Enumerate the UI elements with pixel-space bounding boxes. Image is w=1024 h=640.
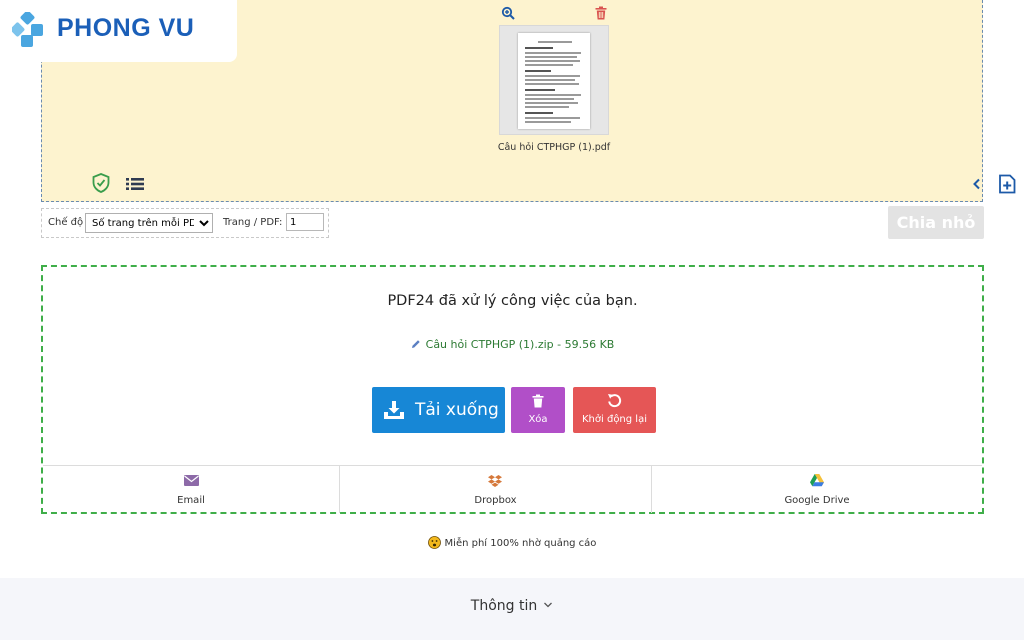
file-name-label: Câu hỏi CTPHGP (1).pdf bbox=[497, 142, 611, 153]
restart-label: Khởi động lại bbox=[582, 414, 647, 425]
envelope-icon bbox=[184, 475, 199, 486]
chevron-left-icon[interactable] bbox=[972, 178, 982, 190]
mode-select[interactable]: Số trang trên mỗi PDF bbox=[85, 213, 213, 233]
share-dropbox[interactable]: Dropbox bbox=[340, 466, 651, 513]
download-label: Tải xuống bbox=[415, 400, 499, 420]
download-button[interactable]: Tải xuống bbox=[372, 387, 505, 433]
share-google-drive[interactable]: Google Drive bbox=[652, 466, 982, 513]
list-icon[interactable] bbox=[126, 177, 144, 191]
phong-vu-logo-icon bbox=[12, 12, 43, 47]
share-google-drive-label: Google Drive bbox=[784, 495, 850, 506]
split-options: Chế độ Số trang trên mỗi PDF Trang / PDF… bbox=[41, 208, 329, 238]
free-note-text: Miễn phí 100% nhờ quảng cáo bbox=[444, 538, 597, 549]
brand-name: PHONG VU bbox=[57, 14, 195, 42]
share-email-label: Email bbox=[177, 495, 205, 506]
restart-icon bbox=[608, 394, 622, 408]
result-title: PDF24 đã xử lý công việc của bạn. bbox=[387, 293, 638, 309]
restart-button[interactable]: Khởi động lại bbox=[573, 387, 656, 433]
dropbox-icon bbox=[488, 475, 502, 487]
smiley-icon bbox=[427, 536, 441, 549]
google-drive-icon bbox=[810, 474, 824, 487]
delete-label: Xóa bbox=[528, 414, 548, 425]
free-note: Miễn phí 100% nhờ quảng cáo bbox=[0, 536, 1024, 549]
result-panel: PDF24 đã xử lý công việc của bạn. Câu hỏ… bbox=[41, 265, 984, 514]
pdf-page-preview bbox=[518, 33, 590, 129]
pages-per-pdf-label: Trang / PDF: bbox=[223, 217, 283, 228]
delete-button[interactable]: Xóa bbox=[511, 387, 565, 433]
brand-logo: PHONG VU bbox=[0, 0, 237, 62]
footer-info: Thông tin bbox=[0, 578, 1024, 640]
pdf-thumbnail[interactable] bbox=[499, 25, 609, 135]
share-row: Email Dropbox Google Drive bbox=[43, 465, 982, 513]
trash-icon[interactable] bbox=[595, 6, 607, 20]
share-email[interactable]: Email bbox=[43, 466, 339, 513]
info-toggle[interactable]: Thông tin bbox=[0, 598, 1024, 614]
result-file-name[interactable]: Câu hỏi CTPHGP (1).zip - 59.56 KB bbox=[426, 338, 615, 351]
zoom-in-icon[interactable] bbox=[501, 6, 515, 20]
info-label[interactable]: Thông tin bbox=[471, 598, 537, 614]
add-file-icon[interactable] bbox=[998, 174, 1016, 194]
chevron-down-icon[interactable] bbox=[543, 601, 553, 609]
download-icon bbox=[384, 401, 404, 419]
pages-per-pdf-input[interactable] bbox=[286, 213, 324, 231]
shield-check-icon[interactable] bbox=[92, 173, 110, 193]
mode-label: Chế độ bbox=[48, 217, 84, 228]
split-button[interactable]: Chia nhỏ bbox=[888, 206, 984, 239]
pencil-icon[interactable] bbox=[411, 339, 421, 349]
trash-icon bbox=[532, 394, 544, 408]
share-dropbox-label: Dropbox bbox=[474, 495, 517, 506]
result-file-link[interactable]: Câu hỏi CTPHGP (1).zip - 59.56 KB bbox=[43, 338, 982, 351]
